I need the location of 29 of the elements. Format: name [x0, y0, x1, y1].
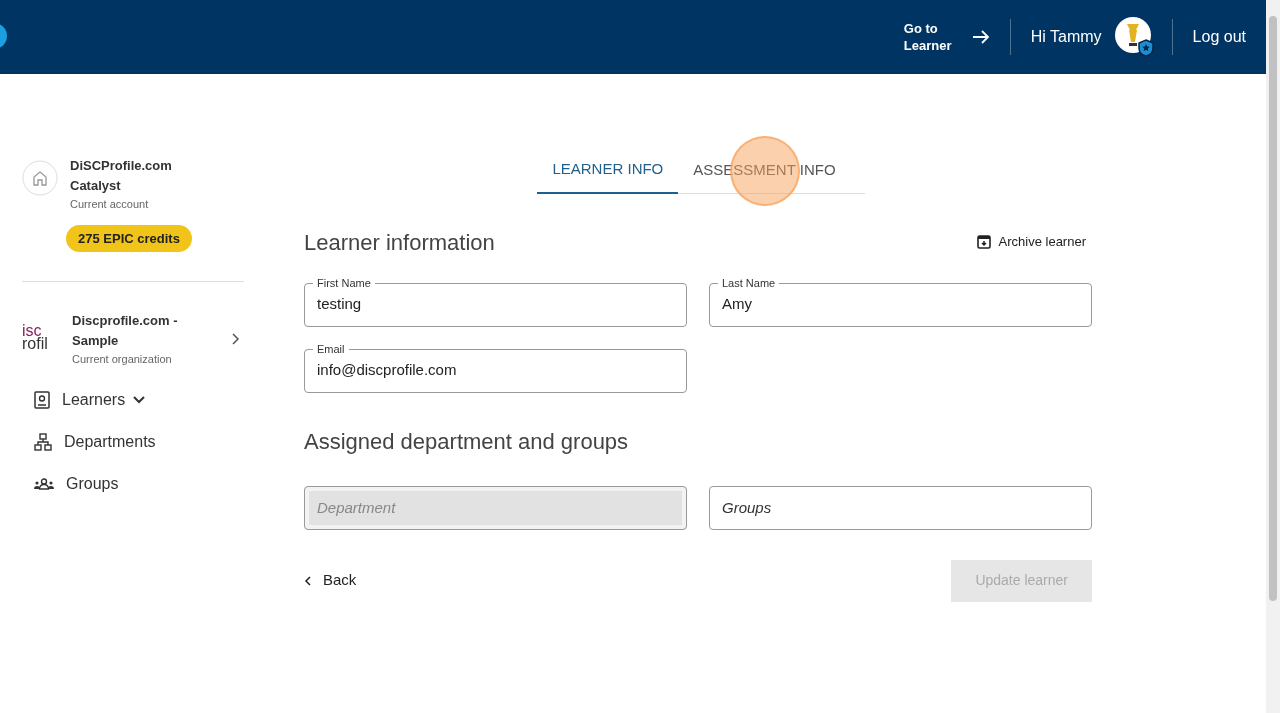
logout-link[interactable]: Log out [1172, 25, 1266, 49]
nav-item[interactable]: Groups [34, 471, 244, 496]
arrow-right-icon [971, 29, 990, 45]
section-title: Learner information [304, 228, 495, 257]
tab[interactable]: LEARNER INFO [537, 158, 679, 194]
back-button[interactable]: Back [304, 569, 357, 592]
archive-icon [976, 235, 991, 249]
logo-icon [0, 22, 8, 50]
account-caption: Current account [70, 197, 150, 212]
nav-item[interactable]: Learners [34, 387, 244, 412]
avatar-icon[interactable] [1113, 16, 1156, 58]
hierarchy-icon [34, 432, 52, 451]
organization-caption: Current organization [72, 352, 173, 367]
select-field[interactable]: Groups [709, 485, 1092, 530]
organization-name: Discprofile.com - Sample [72, 312, 179, 350]
greeting-text: Hi Tammy [1029, 27, 1103, 47]
archive-learner-button[interactable]: Archive learner [976, 232, 1092, 252]
chevron-left-icon [304, 575, 311, 586]
account-name: DiSCProfile.com Catalyst [70, 157, 173, 195]
home-icon [22, 160, 58, 196]
chevron-right-icon[interactable] [232, 333, 240, 346]
organization-logo: isc rofil [22, 324, 49, 355]
credits-badge: 275 EPIC credits [66, 224, 192, 252]
go-to-learner-link[interactable]: Go to Learner [903, 20, 1010, 54]
badge-icon [34, 390, 50, 409]
people-icon [34, 477, 54, 490]
nav-item[interactable]: Departments [34, 429, 244, 454]
tab[interactable]: ASSESSMENT INFO [678, 158, 851, 193]
section-title: Assigned department and groups [304, 427, 630, 456]
